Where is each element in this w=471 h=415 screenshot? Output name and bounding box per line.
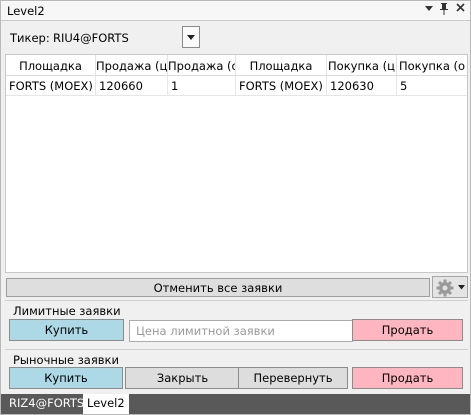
chevron-down-icon: [187, 35, 195, 40]
order-book-grid[interactable]: Площадка Продажа (ц Продажа (о Площадка …: [5, 54, 468, 273]
tab-level2[interactable]: Level2: [83, 394, 129, 414]
limit-price-input[interactable]: Цена лимитной заявки: [129, 320, 353, 342]
column-header-venue-sell[interactable]: Площадка: [6, 55, 96, 76]
cell-buy-volume: 5: [400, 79, 408, 93]
pin-icon[interactable]: [437, 3, 451, 17]
reverse-position-button[interactable]: Перевернуть: [238, 367, 348, 389]
market-sell-button[interactable]: Продать: [352, 367, 463, 389]
market-orders-title: Рыночные заявки: [13, 353, 119, 367]
column-header-venue-buy[interactable]: Площадка: [236, 55, 327, 76]
limit-buy-button[interactable]: Купить: [9, 319, 124, 341]
limit-orders-title: Лимитные заявки: [13, 304, 121, 318]
ticker-selector: Тикер: RIU4@FORTS: [1, 23, 470, 49]
column-header-sell-price[interactable]: Продажа (ц: [96, 55, 168, 76]
column-header-buy-volume[interactable]: Покупка (о: [397, 55, 467, 76]
close-icon[interactable]: [453, 3, 467, 17]
cell-venue-buy: FORTS (MOEX): [236, 76, 327, 96]
settings-button[interactable]: [432, 276, 468, 298]
chevron-down-icon: [458, 285, 465, 290]
limit-orders-group: Лимитные заявки Купить Цена лимитной зая…: [5, 300, 468, 346]
cancel-all-orders-button[interactable]: Отменить все заявки: [6, 278, 430, 297]
market-buy-button[interactable]: Купить: [9, 367, 123, 389]
table-row[interactable]: FORTS (MOEX) 120660 1 FORTS (MOEX) 12063…: [6, 76, 467, 96]
ticker-dropdown-button[interactable]: [182, 26, 200, 48]
cell-sell-volume: 1: [168, 76, 236, 96]
close-position-button[interactable]: Закрыть: [125, 367, 240, 389]
cell-buy-price: 120630: [327, 76, 397, 96]
grid-header: Площадка Продажа (ц Продажа (о Площадка …: [6, 55, 467, 76]
column-header-buy-price[interactable]: Покупка (ц: [327, 55, 397, 76]
level2-window: Level2 Тикер: RIU4@FORTS Площадка Продаж…: [0, 0, 471, 415]
ticker-label: Тикер:: [10, 31, 50, 45]
limit-sell-button[interactable]: Продать: [352, 319, 463, 341]
ticker-value[interactable]: RIU4@FORTS: [53, 31, 129, 45]
tab-riz4-forts[interactable]: RIZ4@FORTS: [5, 394, 88, 414]
cell-venue-sell: FORTS (MOEX): [6, 76, 96, 96]
window-title: Level2: [7, 4, 45, 18]
document-tabs: RIZ4@FORTS Level2: [1, 394, 470, 414]
title-bar: Level2: [1, 1, 470, 21]
column-header-sell-volume[interactable]: Продажа (о: [168, 55, 236, 76]
gear-icon: [436, 279, 454, 297]
market-orders-group: Рыночные заявки Купить Закрыть Переверну…: [5, 349, 468, 393]
cell-sell-price: 120660: [96, 76, 168, 96]
dropdown-arrow-icon[interactable]: [422, 3, 436, 17]
